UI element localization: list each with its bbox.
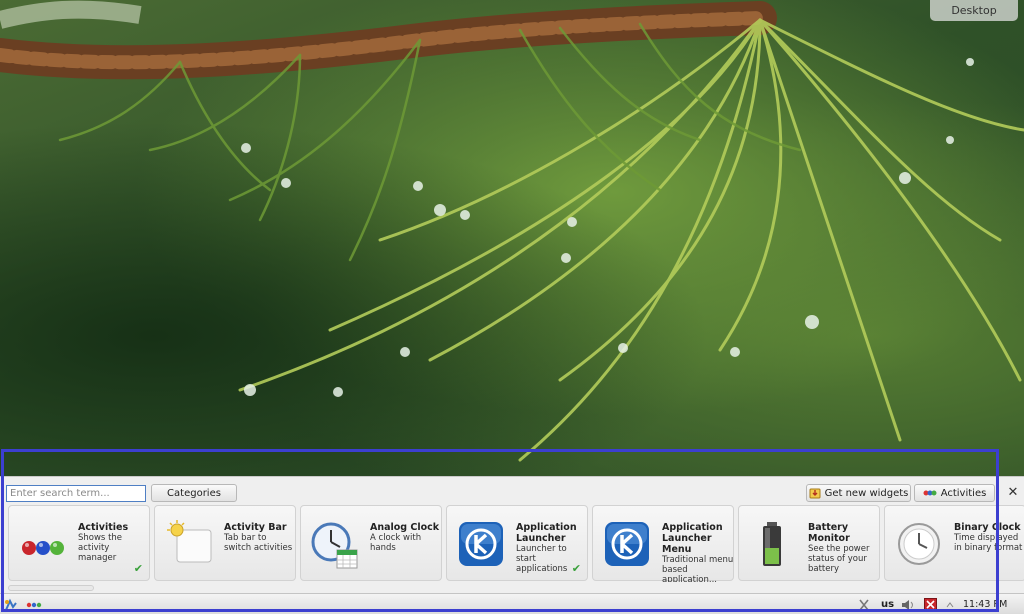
installed-check-icon: ✔ — [133, 562, 143, 575]
bottom-panel: us 11:43 PM — [0, 593, 1024, 614]
pine-needles-graphic — [0, 0, 1024, 462]
kde-logo-icon — [605, 522, 649, 566]
widget-description: Shows the activity manager — [78, 533, 123, 563]
widget-list: Activities Shows the activity manager ✔ … — [8, 505, 1024, 582]
desktop-toolbox-button[interactable]: Desktop — [930, 0, 1018, 21]
activities-label: Activities — [940, 487, 987, 499]
widget-title: Binary Clock — [954, 522, 1021, 533]
categories-label: Categories — [167, 487, 221, 499]
widget-description: Traditional menu based application... — [662, 555, 734, 582]
widget-title: Activities — [78, 522, 129, 533]
digital-clock[interactable]: 11:43 PM — [963, 594, 1009, 614]
widget-description: See the power status of your battery — [808, 544, 870, 574]
klipper-icon[interactable] — [858, 594, 872, 614]
three-balls-icon — [22, 541, 64, 555]
widget-description: Time displayed in binary format — [954, 533, 1023, 553]
widget-card-activities[interactable]: Activities Shows the activity manager ✔ — [8, 505, 150, 581]
widget-description: A clock with hands — [370, 533, 422, 553]
notifications-icon[interactable] — [924, 594, 940, 614]
get-new-widgets-button[interactable]: Get new widgets — [806, 484, 911, 502]
battery-icon — [763, 522, 781, 566]
download-widgets-icon — [809, 488, 821, 499]
widget-card-application-launcher[interactable]: Application Launcher Launcher to start a… — [446, 505, 588, 581]
get-new-widgets-label: Get new widgets — [824, 487, 909, 499]
widget-card-binary-clock[interactable]: Binary Clock Time displayed in binary fo… — [884, 505, 1024, 581]
kde-logo-icon — [459, 522, 503, 566]
application-launcher-icon[interactable] — [4, 594, 20, 614]
horizontal-scrollbar[interactable] — [8, 585, 94, 591]
widget-title: Activity Bar — [224, 522, 287, 533]
widget-description: Tab bar to switch activities — [224, 533, 293, 553]
activities-button[interactable]: Activities — [914, 484, 995, 502]
widget-title: Application Launcher Menu — [662, 522, 723, 555]
widget-title: Application Launcher — [516, 522, 577, 544]
analog-clock-icon — [311, 522, 358, 569]
system-tray-expand-icon[interactable] — [946, 594, 958, 614]
widget-title: Analog Clock — [370, 522, 440, 533]
activity-bar-icon — [167, 520, 212, 563]
desktop-wallpaper — [0, 0, 1024, 480]
desktop-toolbox-label: Desktop — [951, 4, 997, 17]
widget-title: Battery Monitor — [808, 522, 850, 544]
widget-explorer: Categories Get new widgets Activities ✕ … — [0, 476, 1024, 593]
installed-check-icon: ✔ — [571, 562, 581, 575]
clock-icon — [898, 523, 940, 565]
close-icon[interactable]: ✕ — [1006, 483, 1020, 501]
widget-card-activity-bar[interactable]: Activity Bar Tab bar to switch activitie… — [154, 505, 296, 581]
activities-icon — [923, 490, 937, 496]
categories-button[interactable]: Categories — [151, 484, 237, 502]
volume-icon[interactable] — [901, 594, 917, 614]
keyboard-layout-indicator[interactable]: us — [881, 594, 897, 614]
widget-card-analog-clock[interactable]: Analog Clock A clock with hands — [300, 505, 442, 581]
activity-manager-icon[interactable] — [26, 594, 42, 614]
widget-card-battery-monitor[interactable]: Battery Monitor See the power status of … — [738, 505, 880, 581]
widget-card-application-launcher-menu[interactable]: Application Launcher Menu Traditional me… — [592, 505, 734, 582]
search-input[interactable] — [6, 485, 146, 502]
